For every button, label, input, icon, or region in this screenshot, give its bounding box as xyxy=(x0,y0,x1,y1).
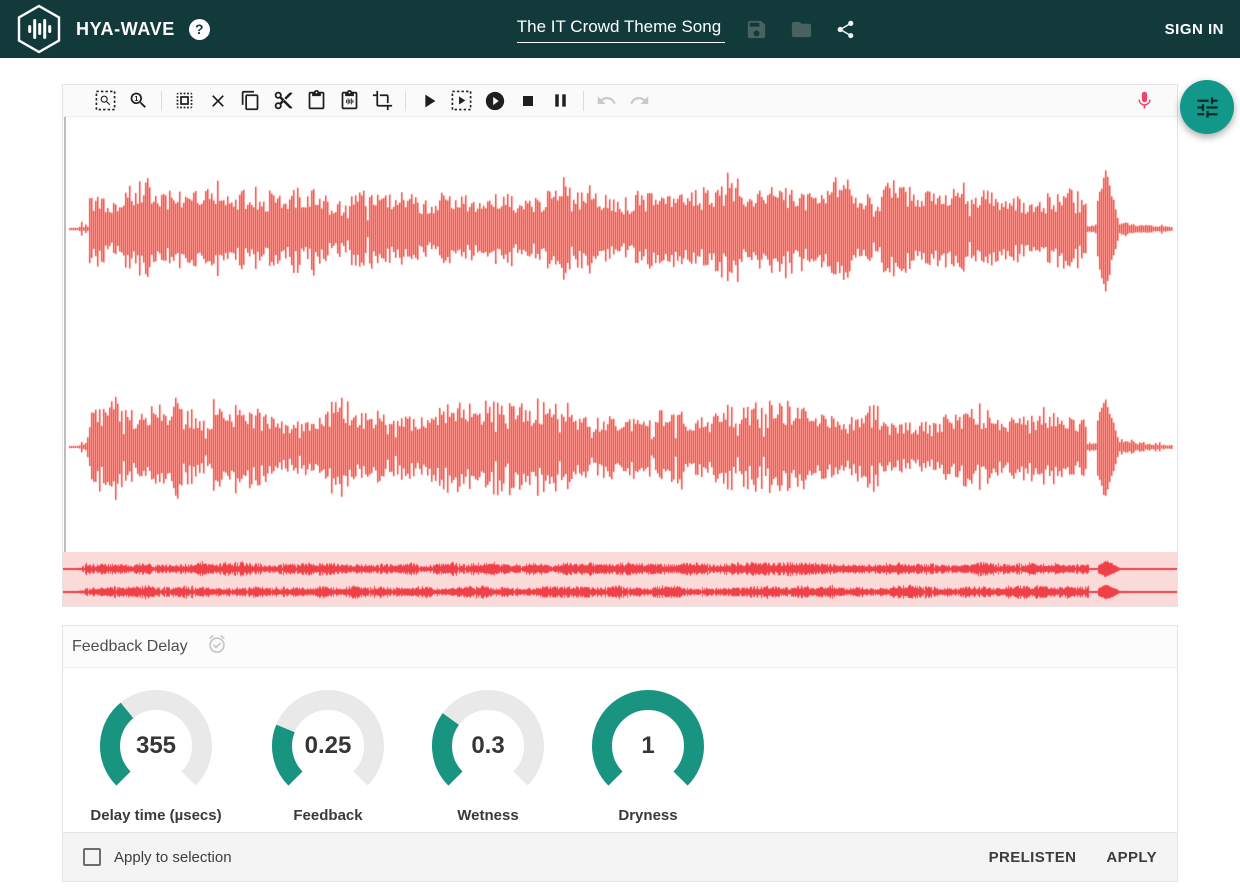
knob[interactable]: 355 Delay time (µsecs) xyxy=(76,688,236,832)
help-button[interactable]: ? xyxy=(189,19,210,40)
toolbar-separator xyxy=(405,91,406,111)
play-selection-button[interactable] xyxy=(445,86,478,116)
knob-value: 355 xyxy=(98,688,214,804)
open-folder-button[interactable] xyxy=(788,16,815,43)
share-button[interactable] xyxy=(833,17,858,42)
select-all-button[interactable] xyxy=(168,86,201,116)
apply-to-selection-checkbox[interactable]: Apply to selection xyxy=(83,848,232,866)
effects-fab-button[interactable] xyxy=(1180,80,1234,134)
paste-button[interactable] xyxy=(300,86,333,116)
app-logo-icon xyxy=(16,4,62,54)
clear-selection-button[interactable] xyxy=(201,86,234,116)
sign-in-button[interactable]: SIGN IN xyxy=(1165,21,1224,38)
zoom-actual-icon: 1 xyxy=(128,90,149,111)
redo-button[interactable] xyxy=(623,86,656,116)
zoom-to-selection-button[interactable] xyxy=(89,86,122,116)
clipboard-waveform-icon xyxy=(339,90,360,111)
save-button[interactable] xyxy=(743,16,770,43)
effects-footer: Apply to selection PRELISTEN APPLY xyxy=(63,832,1177,881)
share-icon xyxy=(835,19,856,40)
trim-button[interactable] xyxy=(366,86,399,116)
paste-insert-button[interactable] xyxy=(333,86,366,116)
stop-icon xyxy=(518,91,538,111)
redo-icon xyxy=(629,90,650,111)
clipboard-icon xyxy=(306,90,327,111)
play-circle-icon xyxy=(484,90,506,112)
apply-button[interactable]: APPLY xyxy=(1106,849,1157,866)
effect-title: Feedback Delay xyxy=(72,638,188,656)
knob[interactable]: 0.3 Wetness xyxy=(408,688,568,832)
document-title-input[interactable] xyxy=(517,15,725,43)
apply-to-selection-label: Apply to selection xyxy=(114,849,232,866)
editor-panel: 1 xyxy=(62,84,1178,607)
close-icon xyxy=(208,91,228,111)
knob-value: 1 xyxy=(590,688,706,804)
toolbar-separator xyxy=(583,91,584,111)
effect-header: Feedback Delay xyxy=(63,626,1177,668)
overview-canvas[interactable] xyxy=(63,552,1177,606)
editor-toolbar: 1 xyxy=(63,85,1177,117)
save-icon xyxy=(745,18,768,41)
knob[interactable]: 0.25 Feedback xyxy=(248,688,408,832)
question-mark-icon: ? xyxy=(195,21,204,37)
undo-button[interactable] xyxy=(590,86,623,116)
crop-icon xyxy=(372,90,393,111)
tune-icon xyxy=(1194,94,1221,121)
knob-label: Feedback xyxy=(293,807,362,824)
waveform-display[interactable] xyxy=(63,117,1177,552)
knob[interactable]: 1 Dryness xyxy=(568,688,728,832)
waveform-canvas[interactable] xyxy=(63,117,1177,552)
knob-label: Wetness xyxy=(457,807,518,824)
prelisten-button[interactable]: PRELISTEN xyxy=(989,849,1077,866)
knob-value: 0.3 xyxy=(430,688,546,804)
record-button[interactable] xyxy=(1128,86,1161,116)
alarm-icon[interactable] xyxy=(206,633,228,660)
play-selection-icon xyxy=(451,90,472,111)
folder-icon xyxy=(790,18,813,41)
pause-icon xyxy=(550,90,571,111)
effects-panel: Feedback Delay 355 Delay time (µsecs) xyxy=(62,625,1178,882)
play-all-button[interactable] xyxy=(478,86,511,116)
zoom-actual-button[interactable]: 1 xyxy=(122,86,155,116)
pause-button[interactable] xyxy=(544,86,577,116)
play-button[interactable] xyxy=(412,86,445,116)
checkbox-icon[interactable] xyxy=(83,848,101,866)
svg-text:1: 1 xyxy=(134,94,138,103)
knob-label: Delay time (µsecs) xyxy=(90,807,221,824)
copy-icon xyxy=(240,90,261,111)
select-all-icon xyxy=(174,90,195,111)
toolbar-separator xyxy=(161,91,162,111)
overview-minimap[interactable] xyxy=(63,552,1177,606)
play-icon xyxy=(418,90,440,112)
knob-label: Dryness xyxy=(618,807,677,824)
app-header: HYA-WAVE ? SIGN IN xyxy=(0,0,1240,58)
scissors-icon xyxy=(273,90,294,111)
microphone-icon xyxy=(1134,90,1155,111)
copy-button[interactable] xyxy=(234,86,267,116)
app-name: HYA-WAVE xyxy=(76,19,175,40)
cut-button[interactable] xyxy=(267,86,300,116)
stop-button[interactable] xyxy=(511,86,544,116)
knobs-row: 355 Delay time (µsecs) 0.25 Feedback 0 xyxy=(63,668,1177,832)
undo-icon xyxy=(596,90,617,111)
playhead-cursor xyxy=(64,117,66,552)
knob-value: 0.25 xyxy=(270,688,386,804)
zoom-to-selection-icon xyxy=(95,90,116,111)
